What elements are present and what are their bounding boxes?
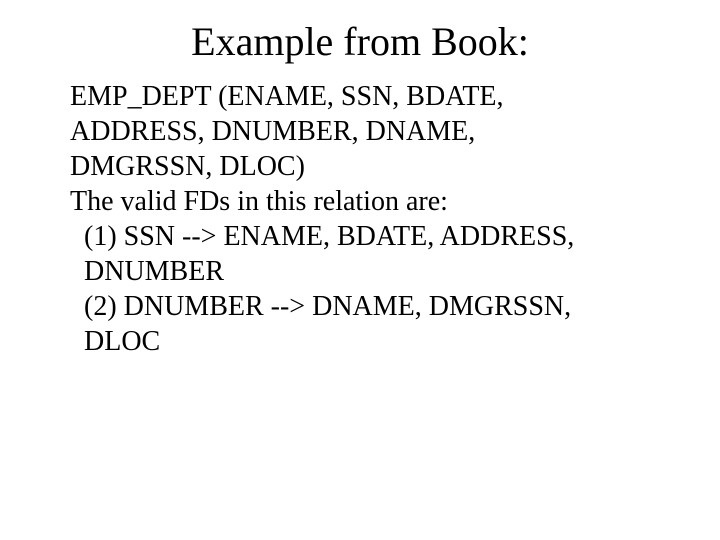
schema-line-1: EMP_DEPT (ENAME, SSN, BDATE,	[70, 79, 662, 114]
schema-line-3: DMGRSSN, DLOC)	[70, 149, 662, 184]
slide-title: Example from Book:	[0, 0, 720, 75]
slide-body: EMP_DEPT (ENAME, SSN, BDATE, ADDRESS, DN…	[0, 75, 720, 359]
schema-line-2: ADDRESS, DNUMBER, DNAME,	[70, 114, 662, 149]
fd1-line-1: (1) SSN --> ENAME, BDATE, ADDRESS,	[70, 219, 662, 254]
fd-intro: The valid FDs in this relation are:	[70, 184, 662, 219]
fd2-line-2: DLOC	[70, 324, 662, 359]
slide: Example from Book: EMP_DEPT (ENAME, SSN,…	[0, 0, 720, 540]
fd2-line-1: (2) DNUMBER --> DNAME, DMGRSSN,	[70, 289, 662, 324]
fd1-line-2: DNUMBER	[70, 254, 662, 289]
